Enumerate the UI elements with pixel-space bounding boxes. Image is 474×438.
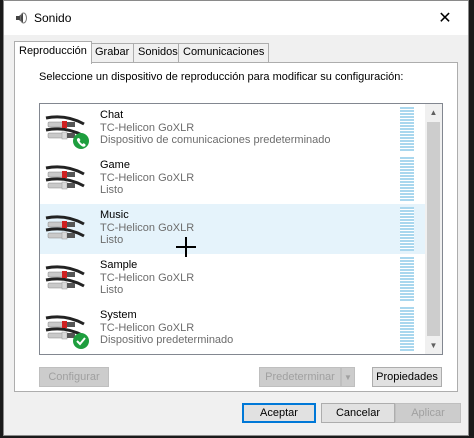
device-status: Listo bbox=[100, 284, 124, 296]
device-driver: TC-Helicon GoXLR bbox=[100, 172, 195, 184]
tab-communications[interactable]: Comunicaciones bbox=[178, 43, 270, 62]
properties-button[interactable]: Propiedades bbox=[372, 367, 442, 387]
tab-recording[interactable]: Grabar bbox=[90, 43, 135, 62]
device-item[interactable]: Music TC-Helicon GoXLR Listo bbox=[40, 204, 426, 254]
tab-playback[interactable]: Reproducción bbox=[14, 41, 92, 64]
ok-button[interactable]: Aceptar bbox=[242, 403, 316, 423]
rca-cable-icon bbox=[45, 215, 85, 240]
set-default-dropdown[interactable]: ▼ bbox=[341, 367, 355, 387]
device-driver: TC-Helicon GoXLR bbox=[100, 222, 195, 234]
device-item[interactable]: Game TC-Helicon GoXLR Listo bbox=[40, 154, 426, 204]
chevron-down-icon: ▼ bbox=[429, 341, 438, 350]
device-item[interactable]: System TC-Helicon GoXLR Dispositivo predet… bbox=[40, 304, 426, 354]
device-name: System bbox=[100, 309, 137, 321]
speaker-icon bbox=[16, 12, 27, 24]
close-button[interactable]: ✕ bbox=[422, 1, 468, 35]
rca-cable-icon bbox=[45, 165, 85, 190]
rca-cable-icon bbox=[45, 265, 85, 290]
device-item[interactable]: Sample TC-Helicon GoXLR Listo bbox=[40, 254, 426, 304]
device-list[interactable]: Chat TC-Helicon GoXLR Dispositivo de comun… bbox=[39, 103, 443, 355]
volume-meter bbox=[400, 307, 414, 351]
instruction-text: Seleccione un dispositivo de reproducció… bbox=[39, 71, 404, 83]
vertical-scrollbar[interactable]: ▲ ▼ bbox=[425, 104, 442, 354]
device-status: Listo bbox=[100, 184, 124, 196]
phone-badge-icon bbox=[73, 133, 89, 149]
device-status: Listo bbox=[100, 234, 124, 246]
tab-sounds[interactable]: Sonidos bbox=[133, 43, 183, 62]
volume-meter bbox=[400, 157, 414, 201]
check-badge-icon bbox=[73, 333, 89, 349]
chevron-up-icon: ▲ bbox=[429, 108, 438, 117]
configure-button[interactable]: Configurar bbox=[39, 367, 109, 387]
device-driver: TC-Helicon GoXLR bbox=[100, 122, 195, 134]
volume-meter bbox=[400, 107, 414, 151]
device-driver: TC-Helicon GoXLR bbox=[100, 272, 195, 284]
volume-meter bbox=[400, 257, 414, 301]
device-driver: TC-Helicon GoXLR bbox=[100, 322, 195, 334]
apply-button[interactable]: Aplicar bbox=[395, 403, 461, 423]
rca-cable-icon bbox=[45, 315, 89, 349]
cancel-button[interactable]: Cancelar bbox=[321, 403, 395, 423]
title-bar[interactable]: Sonido ✕ bbox=[4, 1, 468, 35]
scroll-thumb[interactable] bbox=[427, 122, 440, 336]
device-status: Dispositivo de comunicaciones predetermi… bbox=[100, 134, 331, 146]
device-name: Music bbox=[100, 209, 129, 221]
close-icon: ✕ bbox=[438, 10, 452, 27]
device-name: Game bbox=[100, 159, 130, 171]
crosshair-cursor-icon bbox=[176, 237, 196, 257]
set-default-button[interactable]: Predeterminar bbox=[259, 367, 341, 387]
device-name: Sample bbox=[100, 259, 138, 271]
sound-dialog: Sonido ✕ Reproducción Grabar Sonidos Com… bbox=[3, 0, 469, 436]
scroll-up-button[interactable]: ▲ bbox=[425, 104, 442, 121]
volume-meter bbox=[400, 207, 414, 251]
scroll-down-button[interactable]: ▼ bbox=[425, 337, 442, 354]
device-status: Dispositivo predeterminado bbox=[100, 334, 234, 346]
playback-panel: Seleccione un dispositivo de reproducció… bbox=[14, 62, 458, 392]
window-title: Sonido bbox=[34, 11, 72, 25]
device-item[interactable]: Chat TC-Helicon GoXLR Dispositivo de comun… bbox=[40, 104, 426, 154]
device-name: Chat bbox=[100, 109, 124, 121]
rca-cable-icon bbox=[45, 115, 89, 149]
dropdown-arrow-icon: ▼ bbox=[344, 372, 352, 382]
